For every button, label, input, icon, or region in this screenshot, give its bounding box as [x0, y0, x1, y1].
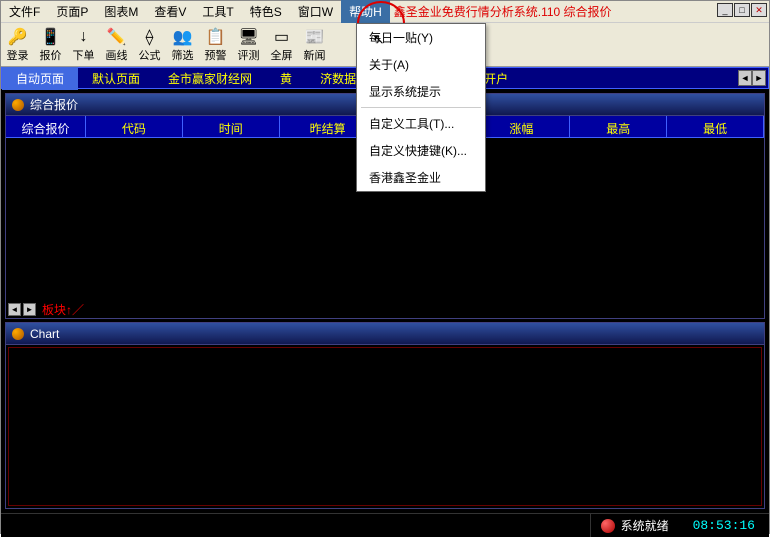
tool-icon: ↓ — [80, 27, 88, 47]
chart-body — [8, 347, 762, 506]
tool-报价[interactable]: 📱报价 — [34, 23, 67, 66]
chart-panel-title: Chart — [30, 327, 59, 341]
quote-panel-title: 综合报价 — [30, 96, 78, 113]
nav-tab-0[interactable]: 自动页面 — [2, 67, 78, 90]
nav-left-arrow[interactable]: ◄ — [738, 70, 752, 86]
tool-icon: 🔑 — [8, 27, 28, 47]
nav-tab-3[interactable]: 黄 — [266, 67, 306, 90]
dropdown-item[interactable]: 自定义快捷键(K)... — [357, 137, 485, 164]
column-header[interactable]: 最高 — [570, 116, 667, 137]
menubar: 文件F页面P图表M查看V工具T特色S窗口W帮助H 鑫圣金业免费行情分析系统.11… — [1, 1, 769, 23]
statusbar: 系统就绪 08:53:16 — [1, 513, 769, 537]
footer-right-arrow[interactable]: ► — [23, 303, 36, 316]
column-header[interactable]: 综合报价 — [6, 116, 86, 137]
dropdown-item[interactable]: 每日一贴(Y) — [357, 24, 485, 51]
maximize-button[interactable]: □ — [734, 3, 750, 17]
tool-评测[interactable]: 🖥评测 — [232, 23, 265, 66]
window-title: 鑫圣金业免费行情分析系统.110 综合报价 — [394, 3, 612, 20]
status-ready: 系统就绪 — [591, 517, 679, 534]
tool-下单[interactable]: ↓下单 — [67, 23, 100, 66]
footer-text: 板块↑／ — [42, 301, 84, 318]
menu-文件F[interactable]: 文件F — [1, 0, 48, 23]
status-text: 系统就绪 — [621, 517, 669, 534]
tool-icon: 🖥 — [238, 27, 258, 47]
menu-separator — [361, 107, 481, 108]
menu-图表M[interactable]: 图表M — [96, 0, 146, 23]
nav-tab-1[interactable]: 默认页面 — [78, 67, 154, 90]
chart-panel: Chart — [5, 322, 765, 509]
dropdown-item[interactable]: 关于(A) — [357, 51, 485, 78]
dropdown-item[interactable]: 显示系统提示 — [357, 78, 485, 105]
window-controls: _ □ ✕ — [717, 3, 767, 17]
tool-登录[interactable]: 🔑登录 — [1, 23, 34, 66]
tool-icon: ⟠ — [146, 27, 154, 47]
menu-窗口W[interactable]: 窗口W — [290, 0, 341, 23]
quote-panel-footer: ◄ ► 板块↑／ — [6, 300, 764, 318]
column-header[interactable]: 代码 — [86, 116, 183, 137]
help-dropdown-menu: 每日一贴(Y)关于(A)显示系统提示自定义工具(T)...自定义快捷键(K)..… — [356, 23, 486, 192]
dropdown-item[interactable]: 香港鑫圣金业 — [357, 164, 485, 191]
tool-筛选[interactable]: 👥筛选 — [166, 23, 199, 66]
minimize-button[interactable]: _ — [717, 3, 733, 17]
tool-icon: ✏️ — [107, 27, 127, 47]
footer-left-arrow[interactable]: ◄ — [8, 303, 21, 316]
close-button[interactable]: ✕ — [751, 3, 767, 17]
chart-panel-header: Chart — [6, 323, 764, 345]
tool-icon: 📱 — [41, 27, 61, 47]
tool-预警[interactable]: 📋预警 — [199, 23, 232, 66]
nav-tab-2[interactable]: 金市赢家财经网 — [154, 67, 266, 90]
nav-right-arrow[interactable]: ► — [752, 70, 766, 86]
tool-全屏[interactable]: ▭全屏 — [265, 23, 298, 66]
tool-icon: 📋 — [206, 27, 226, 47]
tool-画线[interactable]: ✏️画线 — [100, 23, 133, 66]
status-time: 08:53:16 — [679, 518, 769, 533]
menu-页面P[interactable]: 页面P — [48, 0, 96, 23]
tool-公式[interactable]: ⟠公式 — [133, 23, 166, 66]
main-window: ↖ 文件F页面P图表M查看V工具T特色S窗口W帮助H 鑫圣金业免费行情分析系统.… — [0, 0, 770, 534]
menu-工具T[interactable]: 工具T — [194, 0, 241, 23]
tool-icon: 👥 — [173, 27, 193, 47]
tool-icon: ▭ — [274, 27, 289, 47]
menu-特色S[interactable]: 特色S — [242, 0, 290, 23]
menu-帮助H[interactable]: 帮助H — [341, 0, 390, 23]
panel-icon — [12, 328, 24, 340]
column-header[interactable]: 时间 — [183, 116, 280, 137]
dropdown-item[interactable]: 自定义工具(T)... — [357, 110, 485, 137]
column-header[interactable]: 涨幅 — [473, 116, 570, 137]
column-header[interactable]: 最低 — [667, 116, 764, 137]
panel-icon — [12, 99, 24, 111]
tool-新闻[interactable]: 📰新闻 — [298, 23, 331, 66]
menu-查看V[interactable]: 查看V — [146, 0, 194, 23]
status-indicator-icon — [601, 519, 615, 533]
tool-icon: 📰 — [305, 27, 325, 47]
